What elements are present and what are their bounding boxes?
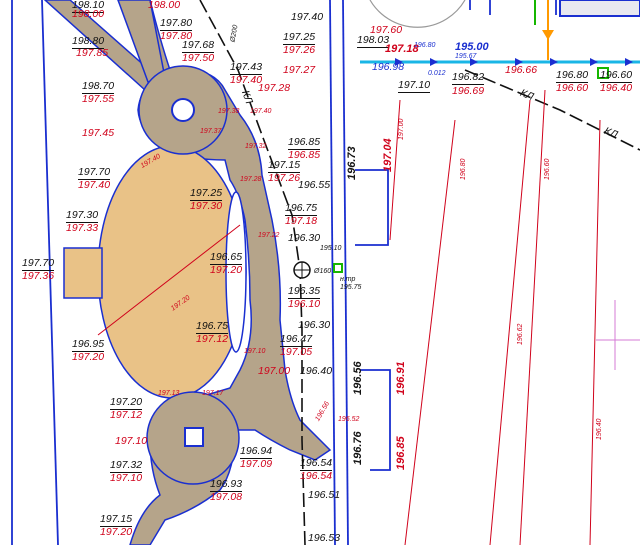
lawn-tab [63, 247, 103, 299]
building [559, 0, 640, 17]
crosshair-marker [596, 300, 640, 370]
lawn-oval [97, 145, 247, 399]
site-plan-map [11, 0, 640, 545]
gas-arrow [542, 30, 554, 40]
water-pipe [360, 58, 640, 66]
well-symbol [293, 261, 343, 279]
lower-roundabout-hub [184, 427, 204, 447]
tree-marker [597, 67, 609, 79]
path-island [225, 191, 247, 353]
round-structure [369, 0, 466, 28]
upper-roundabout-hub [171, 98, 195, 122]
